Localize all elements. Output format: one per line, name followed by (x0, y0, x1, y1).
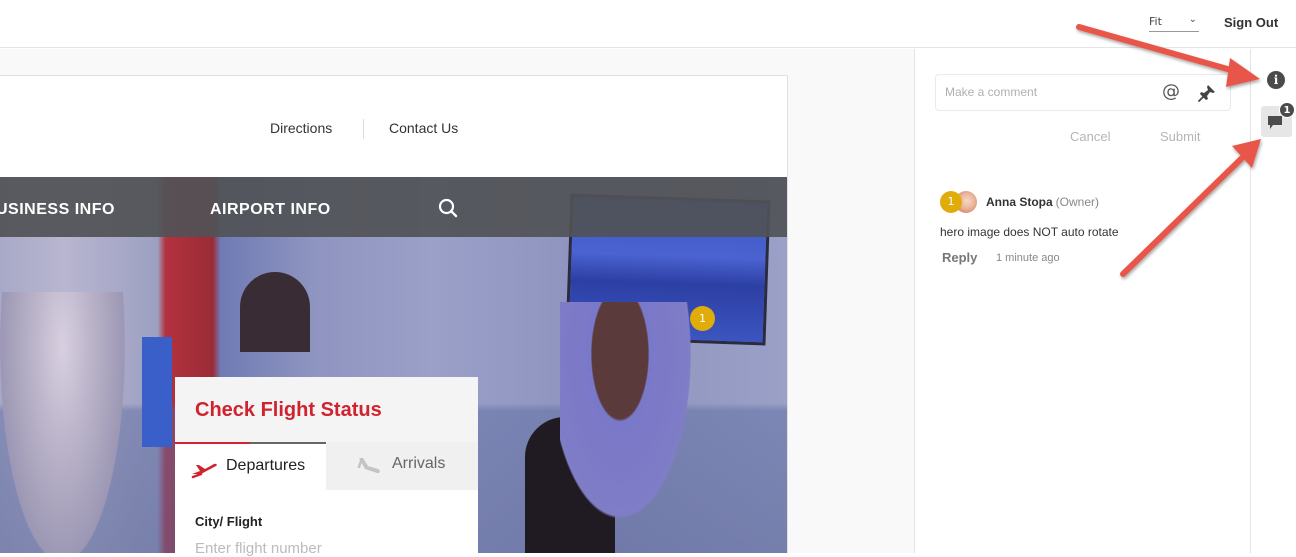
author-name: Anna Stopa (986, 195, 1053, 209)
flight-status-title: Check Flight Status (195, 399, 382, 421)
tab-departures[interactable]: Departures (175, 442, 326, 490)
site-header: Directions Contact Us (0, 76, 787, 177)
nav-business-info[interactable]: USINESS INFO (0, 201, 115, 219)
city-flight-label: City/ Flight (195, 514, 263, 529)
reply-button[interactable]: Reply (942, 250, 977, 265)
author-role: (Owner) (1055, 195, 1100, 209)
comment-timestamp: 1 minute ago (996, 252, 1060, 264)
flight-status-widget: Check Flight Status Departures Arrivals … (175, 377, 478, 557)
hero-sign (142, 337, 172, 447)
comment-text: hero image does NOT auto rotate (940, 225, 1119, 239)
hero-person (560, 302, 710, 553)
comment-pin-marker[interactable]: 1 (690, 306, 715, 331)
flight-form: City/ Flight (175, 490, 478, 557)
hero-person (240, 272, 310, 352)
submit-button[interactable]: Submit (1160, 129, 1200, 144)
top-bar: Fit ⌄ Sign Out (0, 0, 1296, 48)
at-icon[interactable]: @ (1162, 81, 1180, 102)
flight-number-input[interactable] (195, 540, 455, 557)
comments-panel: @ Cancel Submit 1 Anna Stopa(Owner) hero… (914, 49, 1251, 553)
pin-icon[interactable] (1198, 84, 1216, 102)
plane-landing-icon (357, 458, 380, 474)
tab-arrivals-label: Arrivals (392, 455, 446, 472)
info-icon[interactable]: i (1267, 71, 1285, 89)
comment-number-badge: 1 (940, 191, 962, 213)
comment-input[interactable] (945, 85, 1145, 99)
tab-departures-label: Departures (226, 457, 306, 474)
chevron-down-icon: ⌄ (1188, 14, 1197, 25)
nav-airport-info[interactable]: AIRPORT INFO (210, 201, 331, 219)
comments-toggle-button[interactable]: 1 (1261, 102, 1295, 137)
right-rail: i 1 (1252, 49, 1296, 553)
comments-icon (1268, 116, 1282, 129)
directions-link[interactable]: Directions (270, 120, 332, 136)
comments-count-badge: 1 (1279, 102, 1295, 118)
link-divider (363, 119, 364, 139)
comment-composer: @ (935, 74, 1231, 111)
plane-takeoff-icon (191, 463, 217, 479)
zoom-select[interactable]: Fit ⌄ (1149, 14, 1199, 32)
zoom-select-value: Fit (1149, 15, 1162, 28)
contact-us-link[interactable]: Contact Us (389, 120, 458, 136)
comment-author: Anna Stopa (Owner) (986, 195, 1099, 209)
sign-out-button[interactable]: Sign Out (1224, 15, 1278, 30)
tab-arrivals[interactable]: Arrivals (326, 442, 478, 490)
main-nav: USINESS INFO AIRPORT INFO (0, 177, 787, 237)
cancel-button[interactable]: Cancel (1070, 129, 1110, 144)
search-icon[interactable] (438, 198, 458, 218)
hero-person (0, 292, 125, 553)
